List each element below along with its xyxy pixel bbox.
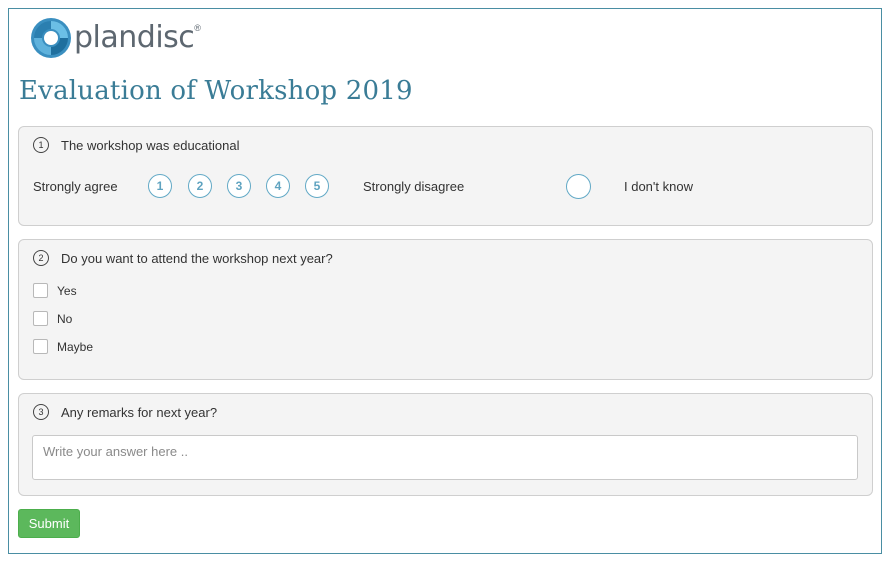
question-number-badge: 3 bbox=[33, 404, 49, 420]
rating-scale: Strongly agree 1 2 3 4 5 Strongly disagr… bbox=[33, 174, 853, 200]
question-number-badge: 2 bbox=[33, 250, 49, 266]
option-label: Yes bbox=[57, 283, 77, 298]
page-title: Evaluation of Workshop 2019 bbox=[19, 76, 413, 106]
question-3-card: 3 Any remarks for next year? bbox=[18, 393, 873, 496]
question-1-card: 1 The workshop was educational Strongly … bbox=[18, 126, 873, 226]
question-1-header: 1 The workshop was educational bbox=[33, 137, 240, 153]
rating-option-1[interactable]: 1 bbox=[148, 174, 172, 198]
logo-wordmark: plandisc bbox=[74, 20, 195, 55]
option-label: No bbox=[57, 311, 73, 326]
scale-right-label: Strongly disagree bbox=[363, 179, 465, 194]
dont-know-label: I don't know bbox=[624, 179, 693, 194]
plandisc-logo: plandisc ® bbox=[30, 17, 201, 59]
checkbox[interactable] bbox=[33, 283, 48, 298]
option-label: Maybe bbox=[57, 339, 94, 354]
registered-mark: ® bbox=[194, 23, 201, 33]
option-no[interactable]: No bbox=[33, 311, 72, 326]
rating-option-5[interactable]: 5 bbox=[305, 174, 329, 198]
scale-left-label: Strongly agree bbox=[33, 179, 118, 194]
question-1-text: The workshop was educational bbox=[61, 137, 240, 153]
question-3-header: 3 Any remarks for next year? bbox=[33, 404, 217, 420]
question-2-text: Do you want to attend the workshop next … bbox=[61, 250, 333, 266]
question-3-text: Any remarks for next year? bbox=[61, 404, 218, 420]
rating-option-3[interactable]: 3 bbox=[227, 174, 251, 198]
submit-button[interactable]: Submit bbox=[18, 509, 80, 538]
remarks-answer-input[interactable] bbox=[32, 435, 858, 480]
option-maybe[interactable]: Maybe bbox=[33, 339, 93, 354]
question-number-badge: 1 bbox=[33, 137, 49, 153]
rating-option-2[interactable]: 2 bbox=[188, 174, 212, 198]
checkbox[interactable] bbox=[33, 339, 48, 354]
checkbox[interactable] bbox=[33, 311, 48, 326]
dont-know-option[interactable] bbox=[566, 174, 591, 199]
plandisc-swirl-icon bbox=[31, 18, 71, 58]
question-2-card: 2 Do you want to attend the workshop nex… bbox=[18, 239, 873, 380]
option-yes[interactable]: Yes bbox=[33, 283, 77, 298]
question-2-header: 2 Do you want to attend the workshop nex… bbox=[33, 250, 333, 266]
rating-option-4[interactable]: 4 bbox=[266, 174, 290, 198]
